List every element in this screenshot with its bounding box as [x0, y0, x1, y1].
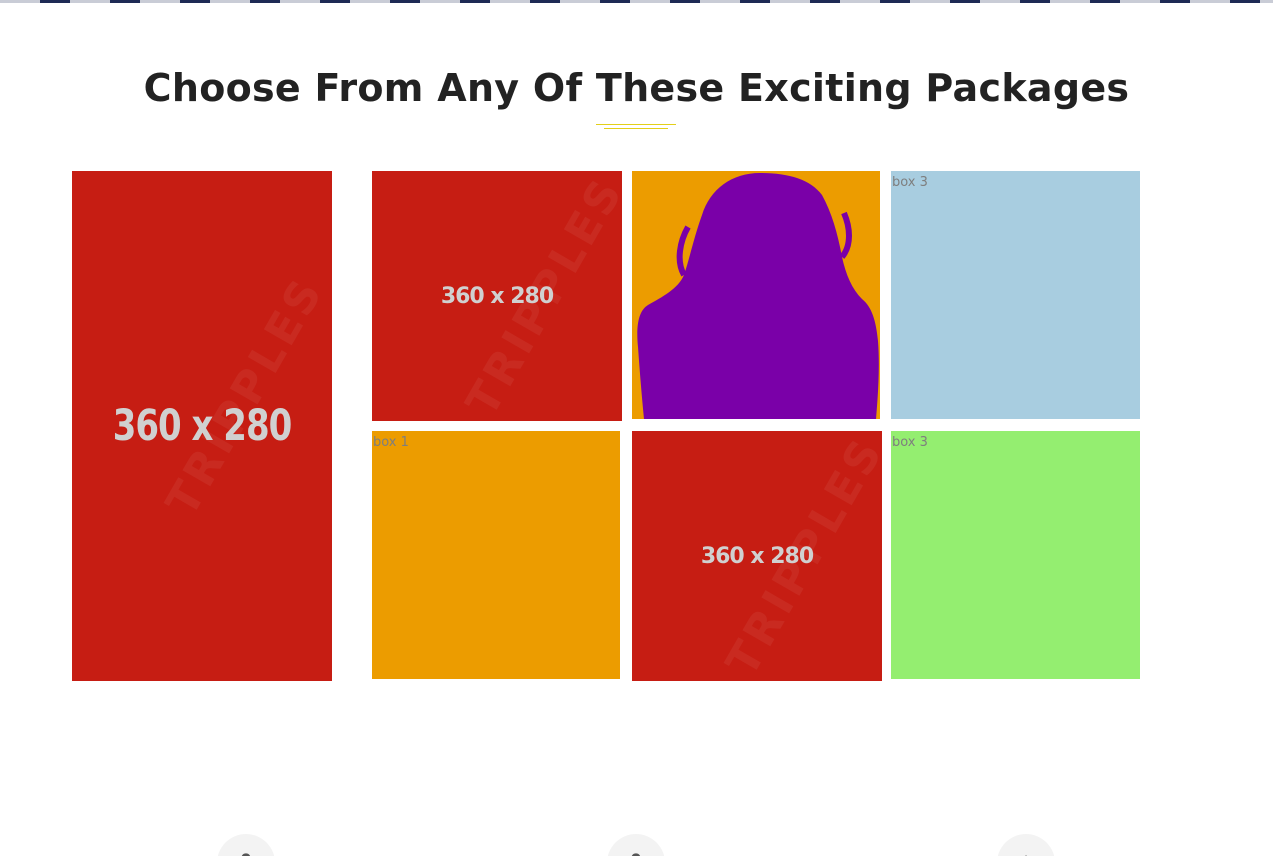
package-tile-bottom-middle[interactable]: TRIPPLES 360 x 280 — [632, 431, 882, 681]
package-tile-large[interactable]: TRIPPLES 360 x 280 — [72, 171, 332, 681]
package-tile-bottom-left[interactable]: box 1 — [372, 431, 620, 679]
tile-dimension-text: 360 x 280 — [440, 283, 554, 309]
feature-glyph-icon: ● — [241, 850, 251, 856]
top-banner-strip — [0, 0, 1273, 3]
tile-dimension-text: 360 x 280 — [700, 543, 814, 569]
box-label: box 3 — [892, 175, 928, 190]
feature-glyph-icon: ● — [631, 850, 641, 856]
section-heading: Choose From Any Of These Exciting Packag… — [143, 66, 1130, 110]
package-tile-top-right[interactable]: box 3 — [891, 171, 1140, 419]
box-label: box 1 — [373, 435, 409, 450]
person-silhouette-image — [637, 173, 879, 419]
package-tile-top-left[interactable]: TRIPPLES 360 x 280 — [372, 171, 622, 421]
feature-icon-3[interactable]: ▴ — [997, 834, 1055, 856]
package-tile-bottom-right[interactable]: box 3 — [891, 431, 1140, 679]
package-tile-top-middle[interactable] — [632, 171, 880, 419]
heading-underline — [596, 124, 676, 130]
box-label: box 3 — [892, 435, 928, 450]
tile-dimension-text: 360 x 280 — [112, 401, 293, 451]
feature-icon-2[interactable]: ● — [607, 834, 665, 856]
feature-icon-1[interactable]: ● — [217, 834, 275, 856]
feature-glyph-icon: ▴ — [1023, 850, 1029, 856]
watermark-text: TRIPPLES — [156, 268, 332, 525]
